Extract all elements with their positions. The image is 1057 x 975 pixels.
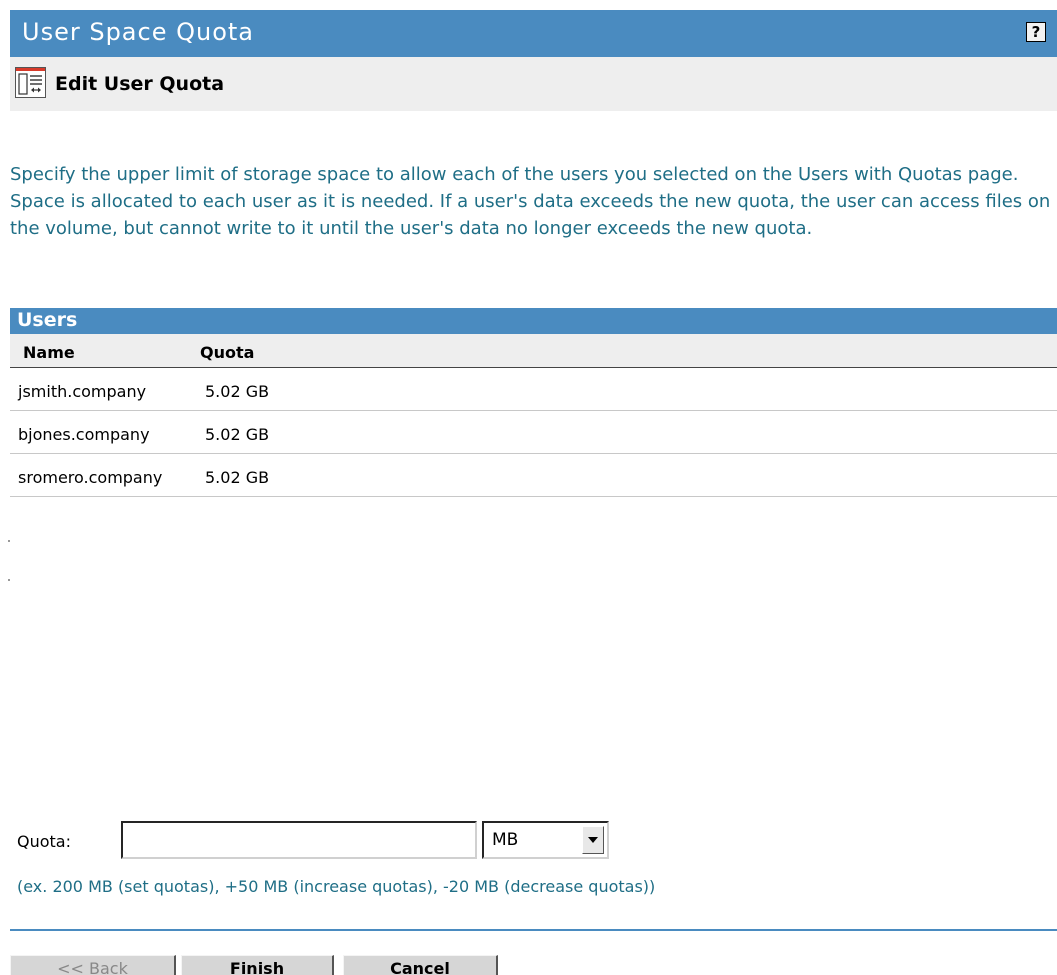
user-quota-cell: 5.02 GB [205,468,270,487]
back-button[interactable]: << Back [10,955,176,975]
quota-label: Quota: [17,832,71,851]
user-name-cell: bjones.company [18,425,150,444]
table-header-row: Name Quota [10,334,1057,368]
page: User Space Quota ? Edit User Quota Speci… [0,0,1057,975]
user-name-cell: sromero.company [18,468,163,487]
column-header-name: Name [23,343,75,362]
quota-hint: (ex. 200 MB (set quotas), +50 MB (increa… [17,877,656,896]
quota-input[interactable] [121,821,477,859]
description-text: Specify the upper limit of storage space… [10,164,1051,239]
page-title: User Space Quota [22,18,254,46]
spacer-dot [8,540,10,542]
quota-unit-select[interactable]: MB [482,821,609,859]
finish-button[interactable]: Finish [181,955,334,975]
user-quota-cell: 5.02 GB [205,382,270,401]
table-row: sromero.company 5.02 GB [10,454,1057,497]
chevron-down-icon[interactable] [582,826,604,854]
edit-document-icon [15,67,46,98]
users-table-title: Users [17,309,78,331]
subtitle: Edit User Quota [55,73,225,95]
spacer-dot [8,579,10,581]
title-bar: User Space Quota ? [10,10,1057,57]
column-header-quota: Quota [200,343,255,362]
users-table-title-bar: Users [10,308,1057,334]
table-row: bjones.company 5.02 GB [10,411,1057,454]
help-question-icon[interactable]: ? [1026,22,1046,42]
unit-select-value: MB [492,830,519,850]
cancel-button[interactable]: Cancel [343,955,498,975]
table-row: jsmith.company 5.02 GB [10,368,1057,411]
subtitle-bar: Edit User Quota [10,57,1057,111]
user-name-cell: jsmith.company [18,382,147,401]
user-quota-cell: 5.02 GB [205,425,270,444]
divider [10,929,1057,931]
